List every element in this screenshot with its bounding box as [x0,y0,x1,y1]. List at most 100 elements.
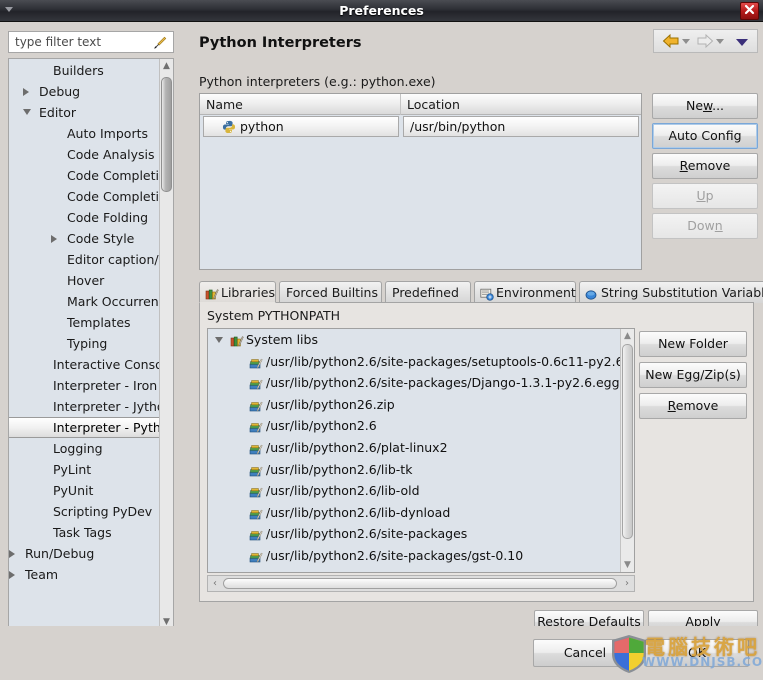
list-item[interactable]: /usr/lib/python2.6/lib-old [208,480,634,502]
python-icon [222,120,236,140]
sidebar-item-debug[interactable]: Debug [9,81,161,102]
tab-label: Predefined [392,285,459,300]
filter-input-wrapper[interactable]: type filter text [8,31,174,53]
list-item-label: System libs [246,332,318,347]
tab-libraries[interactable]: Libraries [199,281,276,303]
sidebar-item-label: Interpreter - Python [53,420,161,435]
new-folder-button[interactable]: New Folder [639,331,747,357]
sidebar-item-interpreter-python[interactable]: Interpreter - Python [9,417,161,438]
chevron-down-icon[interactable] [215,337,223,343]
tree-vertical-scrollbar[interactable]: ▲ ▼ [159,59,173,629]
tab-label: Libraries [221,285,275,300]
tab-forced-builtins[interactable]: Forced Builtins [279,281,382,303]
sidebar-item-logging[interactable]: Logging [9,438,161,459]
sidebar-item-typing[interactable]: Typing [9,333,161,354]
sidebar-item-pylint[interactable]: PyLint [9,459,161,480]
broom-icon[interactable] [153,36,167,50]
sidebar-item-run-debug[interactable]: Run/Debug [9,543,161,564]
auto-config-button[interactable]: Auto Config [652,123,758,149]
sidebar-item-interpreter-iron-python[interactable]: Interpreter - Iron Python [9,375,161,396]
back-arrow-icon[interactable] [662,33,680,52]
chevron-right-icon[interactable] [9,571,15,579]
tab-predefined[interactable]: Predefined [385,281,471,303]
scroll-down-icon[interactable]: ▼ [621,558,634,572]
chevron-right-icon[interactable] [51,235,57,243]
sidebar-item-scripting-pydev[interactable]: Scripting PyDev [9,501,161,522]
list-item[interactable]: /usr/lib/python2.6/site-packages/Django-… [208,372,634,394]
chevron-right-icon[interactable] [23,88,29,96]
scroll-right-icon[interactable]: › [620,576,634,591]
sidebar-item-interactive-console[interactable]: Interactive Console [9,354,161,375]
sidebar-item-label: Templates [67,315,131,330]
list-vertical-scrollbar[interactable]: ▲ ▼ [620,329,634,572]
close-icon[interactable] [740,2,759,20]
sidebar-item-label: Editor caption/icons [67,252,161,267]
list-item-root[interactable]: System libs [208,329,634,351]
sidebar-item-label: Scripting PyDev [53,504,153,519]
scrollbar-thumb[interactable] [161,77,172,192]
sidebar-item-editor-caption-icons[interactable]: Editor caption/icons [9,249,161,270]
list-item[interactable]: /usr/lib/python2.6/site-packages/setupto… [208,351,634,373]
list-item[interactable]: /usr/lib/python2.6/lib-dynload [208,502,634,524]
sidebar-item-interpreter-jython[interactable]: Interpreter - Jython [9,396,161,417]
new-button[interactable]: New... [652,93,758,119]
dialog-button-bar: Cancel OK 電腦技術吧 WWW.DNJSB.COM [0,626,763,680]
list-item[interactable]: /usr/lib/python2.6/site-packages/gst-0.1… [208,545,634,567]
pythonpath-list[interactable]: System libs/usr/lib/python2.6/site-packa… [207,328,635,573]
column-header-location[interactable]: Location [400,94,641,115]
list-item[interactable]: /usr/lib/python2.6/site-packages [208,523,634,545]
list-item[interactable]: /usr/lib/python2.6/plat-linux2 [208,437,634,459]
new-egg-zip-s-button[interactable]: New Egg/Zip(s) [639,362,747,388]
tab-environment[interactable]: Environment [474,281,576,303]
cell-location[interactable]: /usr/bin/python [403,116,639,137]
sidebar-item-label: Code Completion [67,189,161,204]
list-item-label: /usr/lib/python2.6/plat-linux2 [266,439,448,455]
list-item[interactable]: /usr/lib/python2.6 [208,415,634,437]
sidebar-item-code-style[interactable]: Code Style [9,228,161,249]
column-header-name[interactable]: Name [200,94,400,115]
preferences-tree[interactable]: Builders Debug Editor Auto Imports Code Anal… [8,58,174,630]
sidebar-item-code-completion[interactable]: Code Completion [9,186,161,207]
interpreters-table[interactable]: Name Location python /usr/bin/python [199,93,642,270]
sidebar-item-label: Code Analysis [67,147,155,162]
sidebar-item-templates[interactable]: Templates [9,312,161,333]
list-horizontal-scrollbar[interactable]: ‹ › [207,575,635,592]
sidebar-item-code-completion[interactable]: Code Completion [9,165,161,186]
remove-button[interactable]: Remove [652,153,758,179]
chevron-right-icon[interactable] [9,550,15,558]
sidebar-item-code-folding[interactable]: Code Folding [9,207,161,228]
page-title: Python Interpreters [199,35,362,51]
sidebar-item-builders[interactable]: Builders [9,60,161,81]
scroll-up-icon[interactable]: ▲ [160,59,173,73]
sidebar-item-team[interactable]: Team [9,564,161,585]
sidebar-item-editor[interactable]: Editor [9,102,161,123]
sidebar-item-mark-occurrences[interactable]: Mark Occurrences [9,291,161,312]
scrollbar-thumb[interactable] [622,344,633,539]
sidebar-item-auto-imports[interactable]: Auto Imports [9,123,161,144]
interpreter-actions: New... Auto Config Remove Up Down [652,93,758,243]
chevron-down-icon[interactable] [23,109,31,115]
list-item[interactable]: /usr/lib/python26.zip [208,394,634,416]
navigation-toolbar [653,29,758,53]
sidebar-item-label: Hover [67,273,105,288]
table-row[interactable]: python /usr/bin/python [200,116,641,137]
sidebar-item-task-tags[interactable]: Task Tags [9,522,161,543]
tab-label: String Substitution Variables [601,285,763,300]
tab-label: Environment [496,285,576,300]
list-item-label: /usr/lib/python2.6/site-packages/gst-0.1… [266,547,524,563]
sidebar-item-hover[interactable]: Hover [9,270,161,291]
scrollbar-thumb[interactable] [223,578,617,589]
cell-name[interactable]: python [203,116,399,137]
chevron-down-icon[interactable] [736,39,748,46]
back-dropdown-icon[interactable] [682,39,690,44]
sidebar-item-code-analysis[interactable]: Code Analysis [9,144,161,165]
list-item[interactable]: /usr/lib/python2.6/lib-tk [208,459,634,481]
remove-button[interactable]: Remove [639,393,747,419]
scroll-left-icon[interactable]: ‹ [208,576,222,591]
scroll-up-icon[interactable]: ▲ [621,329,634,343]
forward-arrow-icon [696,33,714,52]
ok-button[interactable]: OK [645,639,749,667]
sidebar-item-pyunit[interactable]: PyUnit [9,480,161,501]
list-item-label: /usr/lib/python2.6 [266,418,377,434]
tab-string-substitution-variables[interactable]: String Substitution Variables [579,281,763,303]
